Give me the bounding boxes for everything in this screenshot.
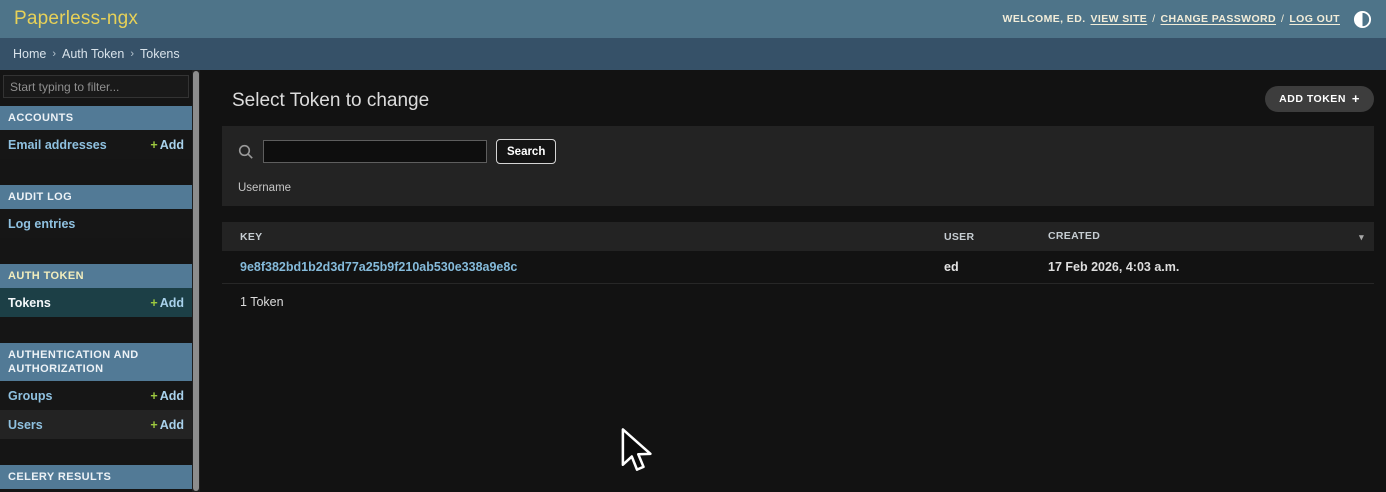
plus-icon: + xyxy=(1352,94,1360,104)
column-header-created[interactable]: CREATED ▾ xyxy=(1038,222,1374,251)
sidebar-item-tokens[interactable]: Tokens +Add xyxy=(0,288,192,317)
plus-icon: + xyxy=(150,418,157,432)
link-separator: / xyxy=(1281,13,1284,25)
section-header: AUDIT LOG xyxy=(0,185,192,209)
sidebar-section-auth-token: AUTH TOKEN Tokens +Add xyxy=(0,264,192,317)
add-user-link[interactable]: +Add xyxy=(150,418,184,432)
sidebar-scrollbar[interactable] xyxy=(192,70,200,492)
result-count: 1 Token xyxy=(222,284,1374,320)
nav-sidebar: ACCOUNTS Email addresses +Add AUDIT LOG … xyxy=(0,70,200,492)
theme-toggle-icon[interactable] xyxy=(1353,10,1372,29)
scrollbar-thumb[interactable] xyxy=(193,71,199,491)
page-title: Select Token to change xyxy=(232,90,429,112)
app-brand-title[interactable]: Paperless-ngx xyxy=(14,8,138,30)
sidebar-filter-input[interactable] xyxy=(3,75,189,98)
breadcrumb-separator: › xyxy=(130,48,134,60)
mouse-cursor xyxy=(620,428,654,476)
breadcrumb-current: Tokens xyxy=(140,47,180,61)
model-link[interactable]: Email addresses xyxy=(8,138,107,152)
search-input[interactable] xyxy=(263,140,487,163)
model-link[interactable]: Log entries xyxy=(8,217,75,231)
sidebar-item-groups[interactable]: Groups +Add xyxy=(0,381,192,410)
add-group-link[interactable]: +Add xyxy=(150,389,184,403)
section-header: CELERY RESULTS xyxy=(0,465,192,489)
token-result-table: KEY USER CREATED ▾ 9e8f382bd1b2d3d77a25b… xyxy=(222,222,1374,284)
table-row: 9e8f382bd1b2d3d77a25b9f210ab530e338a9e8c… xyxy=(222,251,1374,284)
search-module: Search Username xyxy=(222,126,1374,206)
section-header: ACCOUNTS xyxy=(0,106,192,130)
top-header-bar: Paperless-ngx WELCOME, ED. VIEW SITE / C… xyxy=(0,0,1386,38)
welcome-text: WELCOME, ED. xyxy=(1003,13,1086,25)
link-separator: / xyxy=(1152,13,1155,25)
sidebar-section-auth-and-authz: AUTHENTICATION AND AUTHORIZATION Groups … xyxy=(0,343,192,439)
change-password-link[interactable]: CHANGE PASSWORD xyxy=(1161,13,1276,25)
token-key-cell: 9e8f382bd1b2d3d77a25b9f210ab530e338a9e8c xyxy=(222,251,934,284)
breadcrumb-home[interactable]: Home xyxy=(13,47,46,61)
add-email-address-link[interactable]: +Add xyxy=(150,138,184,152)
search-icon xyxy=(238,144,254,160)
plus-icon: + xyxy=(150,296,157,310)
column-header-user[interactable]: USER xyxy=(934,222,1038,251)
breadcrumb-app[interactable]: Auth Token xyxy=(62,47,124,61)
model-link[interactable]: Users xyxy=(8,418,43,432)
section-header: AUTHENTICATION AND AUTHORIZATION xyxy=(0,343,192,381)
search-button[interactable]: Search xyxy=(496,139,556,164)
sidebar-section-accounts: ACCOUNTS Email addresses +Add xyxy=(0,106,192,159)
table-header-row: KEY USER CREATED ▾ xyxy=(222,222,1374,251)
add-token-link[interactable]: +Add xyxy=(150,296,184,310)
plus-icon: + xyxy=(150,389,157,403)
sidebar-section-audit-log: AUDIT LOG Log entries xyxy=(0,185,192,238)
token-key-link[interactable]: 9e8f382bd1b2d3d77a25b9f210ab530e338a9e8c xyxy=(240,260,517,274)
model-link[interactable]: Groups xyxy=(8,389,52,403)
sidebar-item-users[interactable]: Users +Add xyxy=(0,410,192,439)
sort-caret-icon[interactable]: ▾ xyxy=(1359,232,1364,243)
sidebar-item-email-addresses[interactable]: Email addresses +Add xyxy=(0,130,192,159)
add-token-button[interactable]: ADD TOKEN + xyxy=(1265,86,1374,112)
breadcrumb-separator: › xyxy=(52,48,56,60)
plus-icon: + xyxy=(150,138,157,152)
user-tools: WELCOME, ED. VIEW SITE / CHANGE PASSWORD… xyxy=(1003,10,1372,29)
model-link[interactable]: Tokens xyxy=(8,296,51,310)
section-header: AUTH TOKEN xyxy=(0,264,192,288)
main-content: Select Token to change ADD TOKEN + Searc… xyxy=(200,70,1386,492)
log-out-link[interactable]: LOG OUT xyxy=(1289,13,1340,25)
token-created-cell: 17 Feb 2026, 4:03 a.m. xyxy=(1038,251,1374,284)
token-user-cell: ed xyxy=(934,251,1038,284)
column-header-key[interactable]: KEY xyxy=(222,222,934,251)
breadcrumb: Home › Auth Token › Tokens xyxy=(0,38,1386,70)
sidebar-section-celery-results: CELERY RESULTS xyxy=(0,465,192,489)
username-filter-label: Username xyxy=(238,182,1358,194)
view-site-link[interactable]: VIEW SITE xyxy=(1091,13,1148,25)
sidebar-item-log-entries[interactable]: Log entries xyxy=(0,209,192,238)
